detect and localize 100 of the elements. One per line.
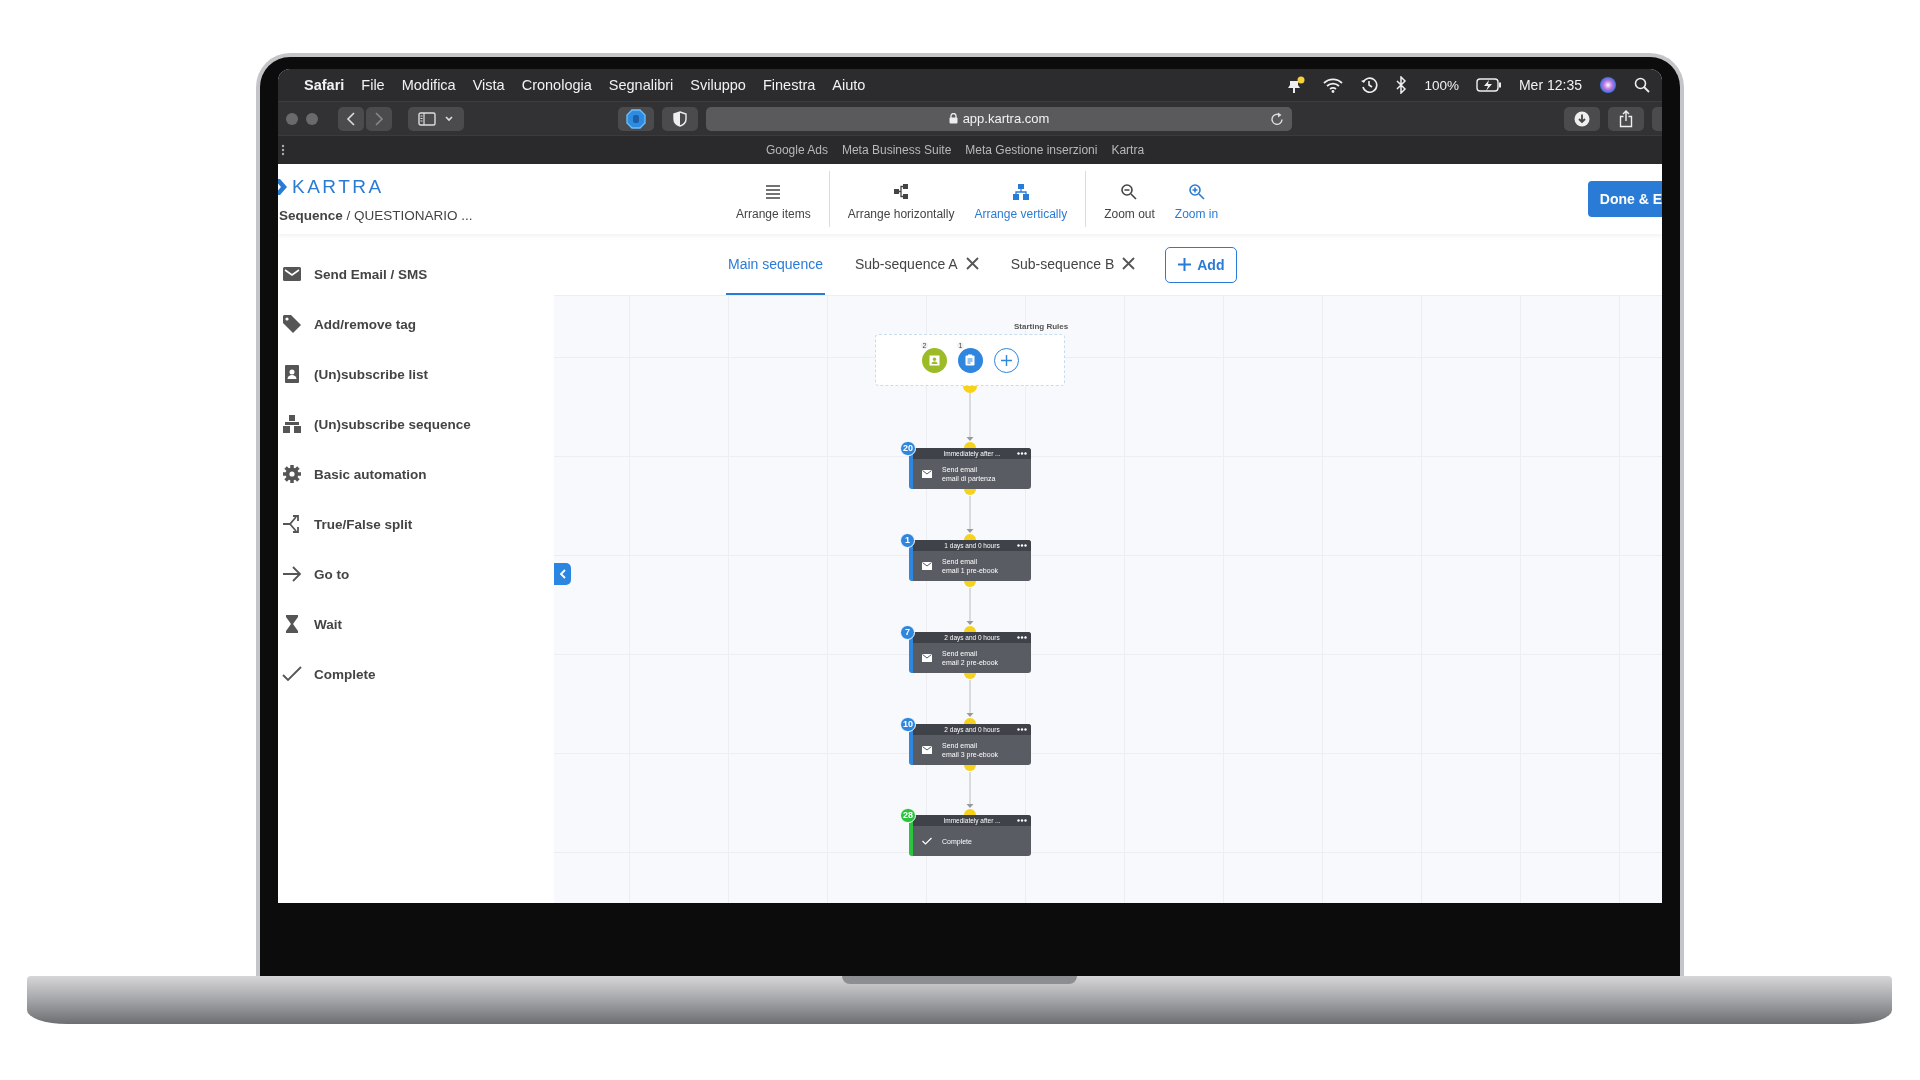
- envelope-icon: [922, 654, 932, 662]
- tag-icon: [282, 314, 302, 334]
- sequence-tab[interactable]: Sub-sequence A: [852, 234, 981, 295]
- trigger-button[interactable]: [957, 347, 983, 373]
- sidebar-item[interactable]: Wait: [278, 599, 554, 649]
- download-button[interactable]: [1564, 106, 1600, 131]
- sidebar-item[interactable]: True/False split: [278, 499, 554, 549]
- sidebar-item[interactable]: (Un)subscribe sequence: [278, 399, 554, 449]
- menu-item[interactable]: Vista: [472, 77, 505, 93]
- battery-icon[interactable]: [1475, 78, 1502, 92]
- hierarchy-icon: [282, 414, 302, 434]
- sidebar-item[interactable]: Complete: [278, 649, 554, 699]
- toolbar-button[interactable]: Arrange vertically: [964, 164, 1078, 234]
- menu-item[interactable]: Sviluppo: [690, 77, 746, 93]
- toolbar-button[interactable]: Arrange items: [726, 164, 821, 234]
- bookmark-link[interactable]: Meta Gestione inserzioni: [965, 143, 1098, 157]
- menu-item[interactable]: Cronologia: [521, 77, 592, 93]
- more-icon[interactable]: [1017, 728, 1027, 731]
- collapse-button[interactable]: [554, 563, 571, 585]
- menu-item[interactable]: Safari: [304, 77, 345, 93]
- address-field[interactable]: app.kartra.com: [706, 106, 1292, 131]
- brand-name: KARTRA: [292, 175, 384, 198]
- bluetooth-icon[interactable]: [1395, 76, 1408, 94]
- sidebar-button[interactable]: [408, 106, 464, 131]
- menu-item[interactable]: Segnalibri: [608, 77, 674, 93]
- hierarchy-icon: [892, 183, 911, 201]
- logo-icon: [278, 177, 288, 196]
- privacy-button[interactable]: [662, 106, 698, 131]
- clock-icon[interactable]: [1360, 76, 1379, 94]
- shield-badge-icon: [626, 108, 646, 129]
- clipboard-icon: [965, 354, 975, 366]
- bookmark-link[interactable]: Kartra: [1111, 143, 1145, 157]
- sidebar-item[interactable]: Add/remove tag: [278, 299, 554, 349]
- bookmark-link[interactable]: Google Ads: [765, 143, 828, 157]
- assistant-icon[interactable]: [1599, 76, 1617, 94]
- toolbar-button[interactable]: Arrange horizontally: [837, 164, 965, 234]
- sidebar-item[interactable]: (Un)subscribe list: [278, 349, 554, 399]
- bookmark-link[interactable]: Meta Business Suite: [841, 143, 952, 157]
- contact-card-icon: [282, 364, 302, 384]
- more-icon[interactable]: [1017, 544, 1027, 547]
- chevron-icon: [559, 569, 566, 579]
- notification-icon[interactable]: [1286, 76, 1307, 94]
- sidebar-item[interactable]: Basic automation: [278, 449, 554, 499]
- back-button[interactable]: [338, 106, 364, 131]
- reload-icon[interactable]: [1270, 111, 1284, 126]
- search-icon[interactable]: [1634, 77, 1650, 93]
- step-count-badge: 1: [900, 533, 915, 548]
- connector-arrow: [966, 392, 974, 441]
- sequence-tab[interactable]: Sub-sequence B: [1008, 234, 1138, 295]
- menu-item[interactable]: Finestra: [762, 77, 816, 93]
- done-button[interactable]: Done & E: [1587, 181, 1662, 217]
- envelope-icon: [922, 562, 932, 570]
- window-close-button[interactable]: [286, 112, 298, 125]
- check-icon: [282, 664, 302, 684]
- menu-item[interactable]: File: [361, 77, 385, 93]
- zoom-in-icon: [1187, 183, 1206, 201]
- hierarchy-icon: [1011, 183, 1030, 201]
- arrow-icon: [282, 564, 302, 584]
- envelope-icon: [282, 264, 302, 284]
- list-icon: [764, 183, 783, 201]
- grip-icon[interactable]: [281, 144, 285, 156]
- step-count-badge: 28: [900, 808, 916, 823]
- add-button[interactable]: Add: [1165, 246, 1238, 283]
- toolbar-button[interactable]: Zoom in: [1164, 164, 1229, 234]
- tab-label: Main sequence: [728, 255, 823, 272]
- split-arrow-icon: [282, 514, 302, 534]
- wifi-icon[interactable]: [1323, 77, 1344, 93]
- close-icon[interactable]: [1122, 257, 1136, 270]
- download-icon: [1574, 110, 1590, 127]
- tab-label: Sub-sequence A: [854, 255, 958, 272]
- sidebar-icon: [418, 111, 436, 126]
- more-icon[interactable]: [1017, 636, 1027, 639]
- connector-arrow: [966, 771, 974, 808]
- forward-button[interactable]: [366, 106, 392, 131]
- connector-arrow: [966, 679, 974, 717]
- plus-icon: [1178, 258, 1192, 271]
- tab-label: Sub-sequence B: [1010, 255, 1115, 272]
- share-icon: [1619, 109, 1633, 128]
- menu-item[interactable]: Modifica: [401, 77, 456, 93]
- toolbar-button[interactable]: Zoom out: [1094, 164, 1165, 234]
- share-button[interactable]: [1608, 106, 1644, 131]
- envelope-icon: [922, 746, 932, 754]
- breadcrumb: Sequence / QUESTIONARIO ...: [279, 207, 474, 223]
- window-minimize-button[interactable]: [306, 112, 318, 125]
- add-trigger-button[interactable]: [993, 347, 1019, 373]
- starting-rules-title: Starting Rules: [1014, 322, 1069, 331]
- menu-clock[interactable]: Mer 12:35: [1518, 77, 1582, 93]
- url-text: app.kartra.com: [962, 111, 1050, 126]
- more-icon[interactable]: [1017, 819, 1027, 822]
- sidebar-item[interactable]: Send Email / SMS: [278, 249, 554, 299]
- forward-icon: [374, 111, 384, 126]
- sidebar-item[interactable]: Go to: [278, 549, 554, 599]
- envelope-icon: [922, 470, 932, 478]
- step-count-badge: 10: [900, 717, 916, 732]
- zoom-out-icon: [1120, 183, 1139, 201]
- connector-arrow: [966, 495, 974, 533]
- more-icon[interactable]: [1017, 452, 1027, 455]
- close-icon[interactable]: [965, 257, 979, 270]
- extension-button[interactable]: [618, 106, 654, 131]
- menu-item[interactable]: Aiuto: [832, 77, 866, 93]
